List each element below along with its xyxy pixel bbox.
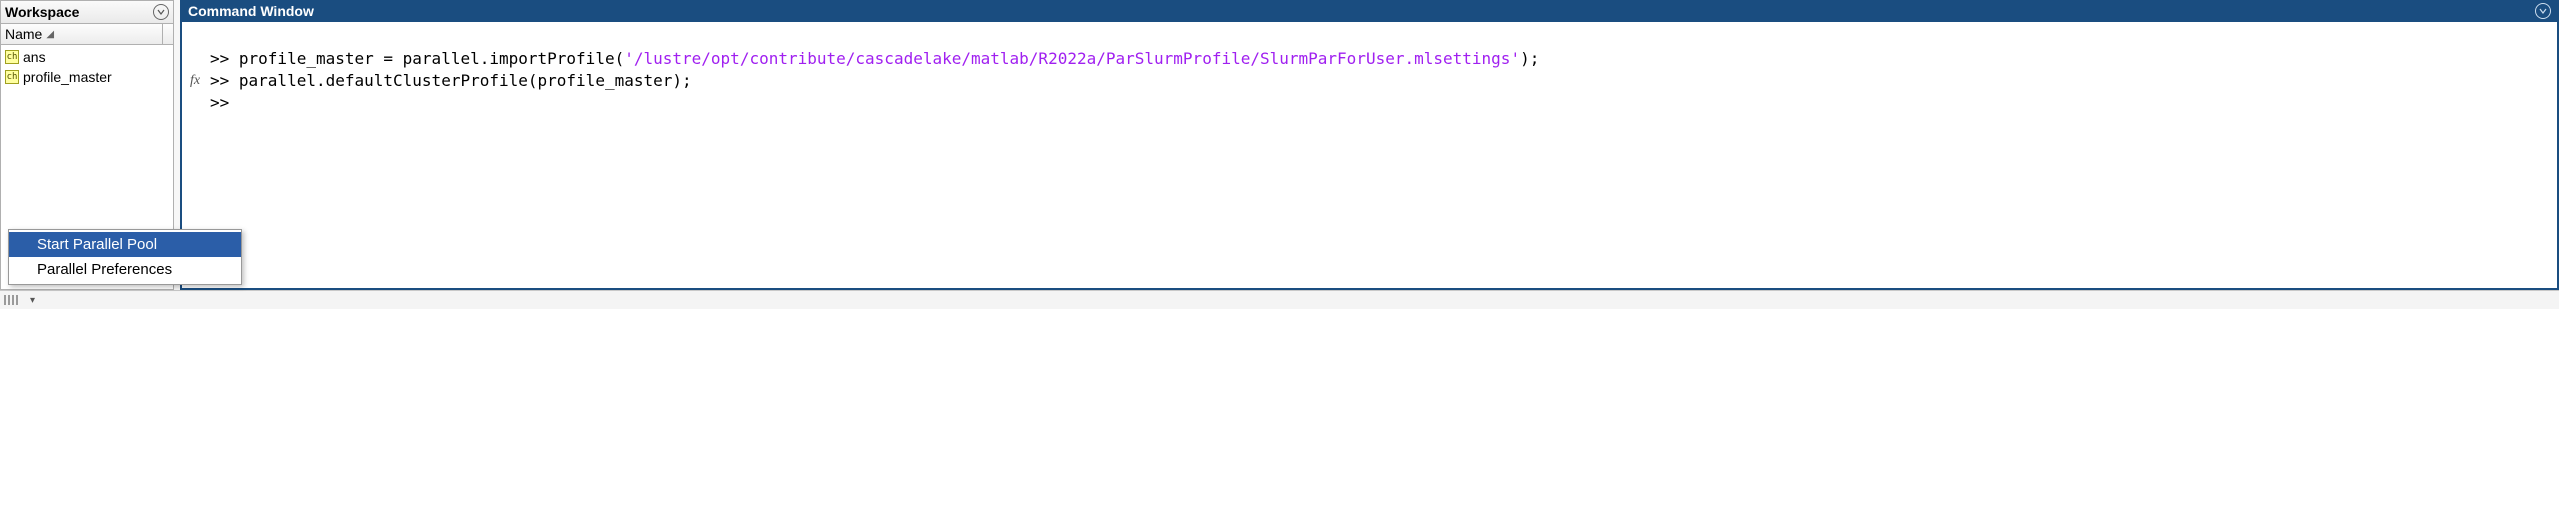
context-menu-item-label: Start Parallel Pool <box>37 236 157 253</box>
command-string: '/lustre/opt/contribute/cascadelake/matl… <box>624 49 1520 68</box>
context-menu-item-label: Parallel Preferences <box>37 261 172 278</box>
variable-name: ans <box>23 49 46 65</box>
command-window-body[interactable]: fx >> profile_master = parallel.importPr… <box>180 22 2559 290</box>
command-window-menu-icon[interactable] <box>2535 3 2551 19</box>
workspace-column-headers[interactable]: Name ◢ <box>1 24 173 45</box>
command-window-header[interactable]: Command Window <box>180 0 2559 22</box>
command-line: >> parallel.defaultClusterProfile(profil… <box>210 71 692 90</box>
command-window-panel: Command Window fx >> profile_master = pa… <box>180 0 2559 290</box>
workspace-column-name[interactable]: Name ◢ <box>1 24 163 44</box>
workspace-menu-icon[interactable] <box>153 4 169 20</box>
parallel-context-menu: Start Parallel Pool Parallel Preferences <box>8 229 242 285</box>
context-menu-item-parallel-preferences[interactable]: Parallel Preferences <box>9 257 241 282</box>
command-window-title: Command Window <box>188 3 314 19</box>
variable-name: profile_master <box>23 69 112 85</box>
char-array-icon: ch <box>5 50 19 64</box>
char-array-icon: ch <box>5 70 19 84</box>
command-line: >> profile_master = parallel.importProfi… <box>210 49 1539 68</box>
workspace-column-spacer <box>163 24 173 44</box>
status-arrow-icon[interactable]: ▾ <box>30 295 35 306</box>
fx-indicator-icon[interactable]: fx <box>184 70 206 92</box>
status-bar: ▾ <box>0 290 2559 309</box>
variable-row[interactable]: ch ans <box>1 47 173 67</box>
command-text: >> profile_master = parallel.importProfi… <box>210 49 624 68</box>
command-text: >> parallel.defaultClusterProfile(profil… <box>210 71 692 90</box>
command-prompt: >> <box>210 93 239 112</box>
workspace-column-name-label: Name <box>5 26 42 42</box>
workspace-title: Workspace <box>5 4 79 20</box>
command-text: ); <box>1520 49 1539 68</box>
context-menu-item-start-parallel-pool[interactable]: Start Parallel Pool <box>9 232 241 257</box>
variable-row[interactable]: ch profile_master <box>1 67 173 87</box>
status-grip-icon[interactable] <box>4 294 28 306</box>
sort-ascending-icon: ◢ <box>46 30 54 40</box>
command-lines[interactable]: >> profile_master = parallel.importProfi… <box>182 26 2557 136</box>
workspace-header[interactable]: Workspace <box>1 1 173 24</box>
command-line: >> <box>210 93 239 112</box>
